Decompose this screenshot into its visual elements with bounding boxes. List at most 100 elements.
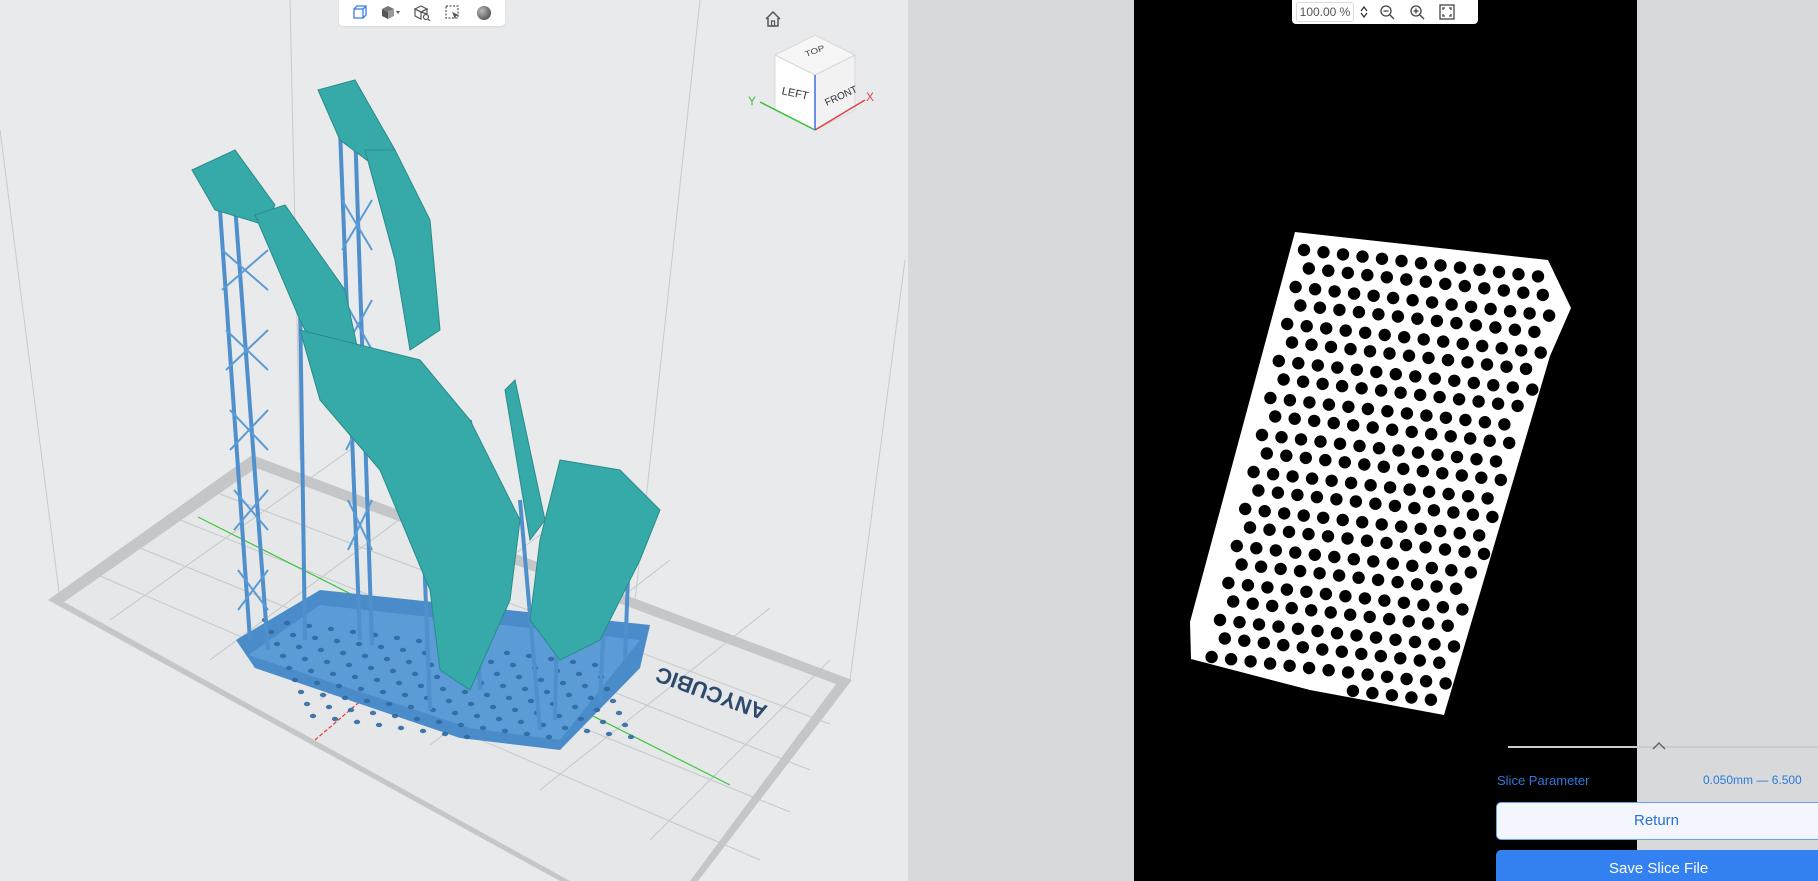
layer-hole bbox=[1455, 469, 1468, 482]
fit-screen-icon[interactable] bbox=[1434, 1, 1460, 23]
layer-hole bbox=[1444, 430, 1457, 443]
layer-hole bbox=[1428, 638, 1441, 651]
layer-hole bbox=[1445, 298, 1458, 311]
3d-viewport[interactable]: ANYCUBIC TOP LEFT FRONT Y X bbox=[0, 0, 908, 881]
layer-hole bbox=[1355, 382, 1368, 395]
layer-hole bbox=[1436, 467, 1449, 480]
layer-hole bbox=[1258, 505, 1271, 518]
layer-slider-handle[interactable] bbox=[1649, 738, 1669, 754]
layer-hole bbox=[1394, 652, 1407, 665]
view-cube[interactable]: TOP LEFT FRONT Y X bbox=[748, 34, 874, 131]
layer-hole bbox=[1402, 615, 1415, 628]
layer-hole bbox=[1473, 529, 1486, 542]
layer-hole bbox=[1452, 393, 1466, 406]
display-mode-icon[interactable] bbox=[380, 3, 402, 23]
raft-hole bbox=[493, 671, 501, 677]
layer-hole bbox=[1492, 265, 1506, 279]
perspective-view-icon[interactable] bbox=[349, 3, 371, 23]
layer-hole bbox=[1302, 262, 1315, 275]
layer-hole bbox=[1310, 490, 1324, 504]
raft-hole bbox=[487, 659, 495, 665]
save-slice-file-button[interactable]: Save Slice File bbox=[1496, 850, 1818, 881]
raft-hole bbox=[367, 665, 375, 671]
layer-hole bbox=[1213, 613, 1227, 627]
raft-hole bbox=[561, 725, 569, 731]
layer-hole bbox=[1356, 250, 1369, 263]
layer-hole bbox=[1272, 354, 1285, 368]
layer-hole bbox=[1442, 487, 1455, 501]
return-button[interactable]: Return bbox=[1496, 802, 1818, 840]
zoom-out-icon[interactable] bbox=[1374, 1, 1400, 23]
layer-hole bbox=[1341, 666, 1355, 679]
layer-hole bbox=[1434, 259, 1447, 272]
raft-hole bbox=[599, 719, 607, 725]
zoom-stepper[interactable] bbox=[1358, 2, 1370, 22]
layer-hole bbox=[1322, 264, 1335, 277]
raft-hole bbox=[333, 638, 341, 644]
layer-hole bbox=[1506, 381, 1519, 394]
layer-hole bbox=[1375, 518, 1388, 531]
layer-hole bbox=[1347, 419, 1360, 432]
layer-hole bbox=[1293, 564, 1307, 578]
view-box-icon[interactable] bbox=[411, 3, 433, 23]
layer-hole bbox=[1381, 405, 1394, 418]
layer-hole bbox=[1352, 571, 1365, 584]
raft-hole bbox=[467, 701, 475, 707]
layer-hole bbox=[1374, 649, 1387, 663]
layer-hole bbox=[1286, 470, 1299, 483]
layer-hole bbox=[1439, 677, 1452, 690]
layer-hole bbox=[1263, 657, 1277, 670]
layer-hole bbox=[1289, 280, 1302, 294]
layer-hole bbox=[1292, 357, 1305, 370]
layer-hole bbox=[1280, 583, 1294, 596]
layer-hole bbox=[1278, 507, 1291, 520]
layer-hole bbox=[1453, 261, 1467, 274]
layer-hole bbox=[1247, 465, 1260, 479]
layer-hole bbox=[1294, 433, 1308, 446]
layer-hole bbox=[1469, 319, 1483, 332]
layer-hole bbox=[1386, 557, 1399, 570]
layer-hole bbox=[1364, 479, 1377, 492]
layer-hole bbox=[1430, 580, 1443, 593]
layer-hole bbox=[1227, 595, 1240, 608]
layer-hole bbox=[1255, 428, 1269, 442]
layer-hole bbox=[1445, 564, 1458, 577]
layer-hole bbox=[1366, 686, 1379, 700]
raft-hole bbox=[301, 656, 309, 662]
layer-hole bbox=[1350, 363, 1363, 376]
layer-hole bbox=[1392, 444, 1405, 457]
layer-hole bbox=[1380, 271, 1393, 284]
layer-hole bbox=[1403, 483, 1416, 496]
layer-hole bbox=[1497, 284, 1510, 297]
layer-hole bbox=[1394, 386, 1407, 399]
layer-hole bbox=[1434, 524, 1447, 538]
chevron-down-icon[interactable] bbox=[1360, 12, 1368, 18]
raft-hole bbox=[559, 680, 567, 686]
home-icon[interactable] bbox=[762, 8, 784, 30]
raft-hole bbox=[523, 731, 531, 737]
layer-hole bbox=[1305, 472, 1319, 485]
chevron-up-icon[interactable] bbox=[1652, 741, 1666, 751]
layer-hole bbox=[1498, 418, 1511, 431]
layer-hole bbox=[1263, 523, 1276, 536]
layer-hole bbox=[1378, 328, 1391, 342]
zoom-input[interactable] bbox=[1296, 2, 1354, 22]
layer-hole bbox=[1456, 337, 1469, 350]
scene-canvas[interactable]: ANYCUBIC TOP LEFT FRONT Y X bbox=[0, 0, 908, 881]
slice-parameter-label[interactable]: Slice Parameter bbox=[1497, 773, 1589, 788]
raft-hole bbox=[341, 695, 349, 701]
material-sphere-icon[interactable] bbox=[473, 3, 495, 23]
layer-hole bbox=[1363, 610, 1376, 624]
layer-hole bbox=[1483, 434, 1496, 447]
layer-hole bbox=[1405, 425, 1418, 439]
layer-hole bbox=[1322, 398, 1336, 411]
layer-hole bbox=[1349, 495, 1363, 508]
layer-hole bbox=[1360, 534, 1374, 547]
zoom-in-icon[interactable] bbox=[1404, 1, 1430, 23]
slice-layer-preview[interactable] bbox=[1134, 0, 1637, 881]
layer-hole bbox=[1478, 282, 1491, 295]
layer-hole bbox=[1299, 451, 1312, 465]
layer-hole bbox=[1519, 362, 1533, 376]
select-icon[interactable] bbox=[442, 3, 464, 23]
layer-hole bbox=[1325, 474, 1338, 487]
